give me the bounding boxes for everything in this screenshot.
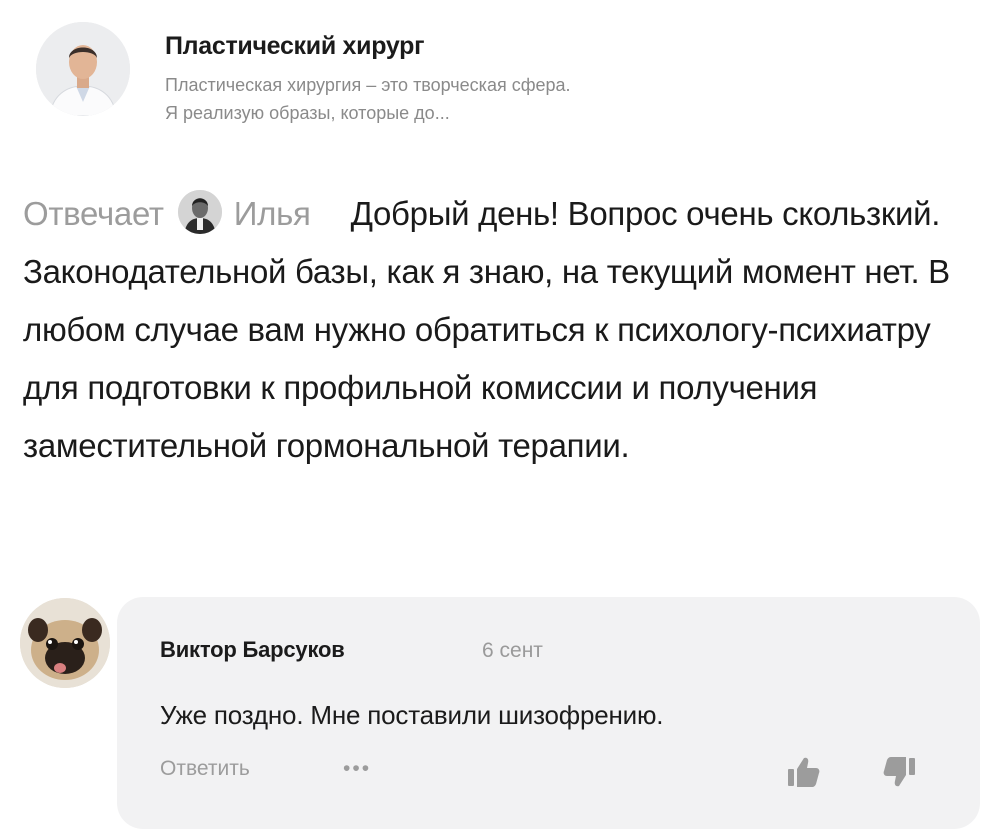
specialist-profile[interactable]: Пластический хирург Пластическая хирурги…	[36, 22, 885, 127]
comment-date: 6 сент	[482, 639, 543, 662]
thumbs-up-icon	[788, 757, 820, 787]
answer-author-name[interactable]: Илья	[234, 195, 311, 232]
specialist-description-line1: Пластическая хирургия – это творческая с…	[165, 75, 571, 95]
answer-text: Добрый день! Вопрос очень скользкий. Зак…	[23, 195, 950, 464]
comment-text: Уже поздно. Мне поставили шизофрению.	[160, 700, 664, 730]
comment-card: Виктор Барсуков 6 сент Уже поздно. Мне п…	[117, 597, 980, 829]
comment-author-name[interactable]: Виктор Барсуков	[160, 637, 345, 663]
answer-block: Отвечает Илья Добрый день! Вопрос очень ск…	[23, 185, 973, 475]
user-photo-icon	[177, 190, 222, 234]
answer-label: Отвечает	[23, 195, 164, 232]
like-button[interactable]	[784, 752, 824, 792]
dislike-button[interactable]	[879, 752, 919, 792]
more-options-button[interactable]: •••	[343, 757, 371, 781]
thumbs-down-icon	[883, 757, 915, 787]
specialist-name[interactable]: Пластический хирург	[165, 32, 885, 61]
pug-photo-icon	[20, 598, 110, 688]
doctor-photo-icon	[36, 22, 130, 116]
answer-author-avatar[interactable]	[177, 190, 222, 234]
specialist-avatar[interactable]	[36, 22, 130, 116]
reply-button[interactable]: Ответить	[160, 757, 250, 781]
commenter-avatar[interactable]	[20, 598, 110, 688]
specialist-description-line2: Я реализую образы, которые до...	[165, 103, 450, 123]
